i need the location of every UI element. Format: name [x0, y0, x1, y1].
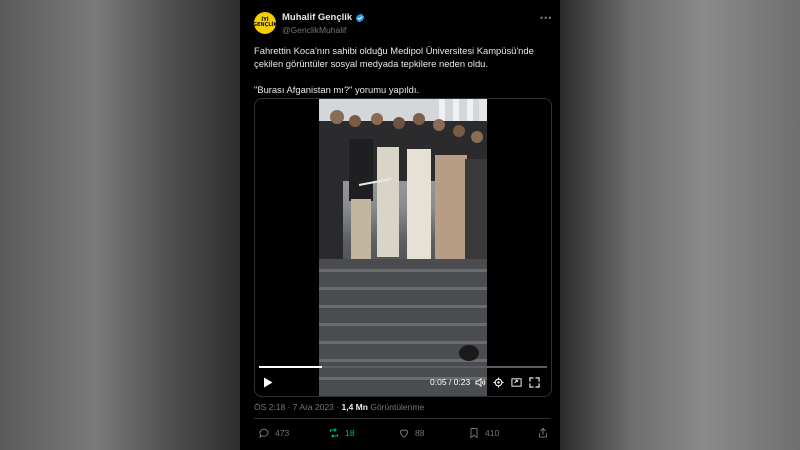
reply-button[interactable]: 473 — [258, 427, 289, 439]
reply-count: 473 — [275, 428, 290, 438]
verified-badge-icon — [356, 12, 365, 23]
pip-icon[interactable] — [511, 377, 522, 388]
tweet-text-paragraph: Fahrettin Koca'nın sahibi olduğu Medipol… — [254, 45, 534, 69]
avatar-logo-text: İYİ GENÇLİK — [252, 17, 278, 28]
more-options-icon[interactable]: ••• — [540, 13, 552, 23]
tweet-text: Fahrettin Koca'nın sahibi olduğu Medipol… — [254, 44, 550, 96]
duration: 0:23 — [453, 377, 471, 387]
tweet-card[interactable]: İYİ GENÇLİK Muhalif Gençlik @GenclikMuha… — [240, 0, 560, 450]
meta-separator: · — [336, 402, 340, 412]
video-controls: 0:05 / 0:23 — [255, 374, 551, 392]
bookmark-count: 410 — [485, 428, 500, 438]
time-separator: / — [448, 377, 452, 387]
reply-icon — [259, 428, 269, 439]
settings-icon[interactable] — [493, 377, 504, 388]
meta-separator: · — [287, 402, 291, 412]
tweet-date[interactable]: 7 Ara 2023 — [293, 402, 334, 412]
tweet-text-paragraph: "Burası Afganistan mı?" yorumu yapıldı. — [254, 84, 420, 95]
bookmark-icon — [470, 428, 478, 439]
video-time: 0:05 / 0:23 — [430, 377, 470, 387]
play-icon[interactable] — [263, 377, 273, 388]
author-name-row[interactable]: Muhalif Gençlik — [282, 12, 365, 23]
views-label: Görüntülenme — [370, 402, 425, 412]
repost-button[interactable]: 18 — [328, 427, 354, 439]
display-name[interactable]: Muhalif Gençlik — [282, 12, 352, 23]
tweet-time[interactable]: ÖS 2:18 — [254, 402, 285, 412]
video-progress-fill — [259, 366, 323, 368]
video-scene-image — [319, 99, 487, 396]
repost-icon — [330, 428, 338, 438]
heart-icon — [399, 429, 409, 438]
share-button[interactable] — [537, 427, 549, 439]
video-progress-bar[interactable] — [259, 366, 547, 368]
divider — [254, 418, 550, 419]
volume-icon[interactable] — [475, 377, 486, 388]
tweet-actions: 473 18 88 410 — [254, 427, 550, 441]
like-button[interactable]: 88 — [398, 427, 424, 439]
views-count: 1,4 Mn — [341, 402, 368, 412]
current-time: 0:05 — [430, 377, 447, 387]
avatar[interactable]: İYİ GENÇLİK — [252, 12, 278, 34]
tweet-meta: ÖS 2:18 · 7 Ara 2023 · 1,4 Mn Görüntülen… — [254, 402, 424, 412]
share-icon — [539, 427, 547, 438]
blurred-background-left — [0, 0, 240, 450]
video-player[interactable]: 0:05 / 0:23 — [254, 98, 552, 397]
bookmark-button[interactable]: 410 — [468, 427, 499, 439]
video-frame[interactable] — [319, 99, 487, 396]
blurred-background-right — [560, 0, 800, 450]
fullscreen-icon[interactable] — [529, 377, 540, 388]
like-count: 88 — [415, 428, 425, 438]
repost-count: 18 — [345, 428, 355, 438]
user-handle[interactable]: @GenclikMuhalif — [282, 25, 346, 35]
